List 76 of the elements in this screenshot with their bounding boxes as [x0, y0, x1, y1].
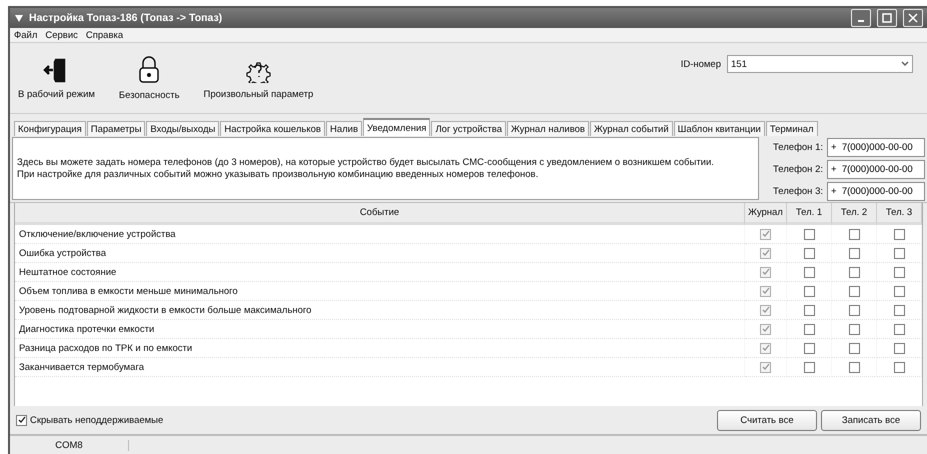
id-dropdown[interactable]: 151 [727, 55, 913, 73]
checkbox[interactable] [894, 362, 904, 372]
checkbox[interactable] [894, 324, 904, 334]
close-button[interactable] [903, 9, 923, 27]
checkbox[interactable] [894, 304, 904, 316]
table-cell: Уровень подтоварной жидкости в емкости больше максимального [15, 301, 745, 320]
maximize-icon [882, 13, 892, 23]
checkbox[interactable] [804, 324, 814, 334]
table-cell: Отключение/включение устройства [15, 225, 745, 244]
phone-label: Телефон 1: [773, 142, 823, 152]
table-cell: Ошибка устройства [15, 244, 745, 263]
phone-field[interactable]: + 7(000)000-00-00 [827, 182, 925, 200]
tab[interactable]: Журнал событий [590, 121, 673, 136]
checkbox[interactable] [804, 228, 814, 240]
tab[interactable]: Конфигурация [14, 121, 86, 136]
tab[interactable]: Терминал [766, 121, 818, 136]
checkbox[interactable] [848, 286, 860, 296]
tab[interactable]: Шаблон квитанции [674, 121, 765, 136]
minimize-button[interactable] [851, 9, 871, 27]
checkbox[interactable] [804, 248, 814, 258]
menu-item[interactable]: Файл [14, 30, 38, 40]
table-cell: Заканчивается термобумага [15, 358, 745, 377]
toolbar-button[interactable]: Произвольный параметр [204, 56, 314, 100]
maximize-button[interactable] [877, 9, 897, 27]
table-cell: Разница расходов по ТРК и по емкости [15, 339, 745, 358]
column-header: Тел. 3 [877, 203, 922, 225]
checkbox[interactable] [848, 362, 860, 372]
tab[interactable]: Уведомления [363, 118, 430, 136]
checkbox[interactable] [894, 266, 904, 278]
menu-item[interactable]: Сервис [45, 30, 78, 40]
toolbar-button[interactable]: Безопасность [118, 56, 180, 100]
phone-field[interactable]: + 7(000)000-00-00 [827, 160, 925, 178]
checkbox[interactable] [804, 286, 814, 296]
table-cell: Диагностика протечки емкости [15, 320, 745, 339]
checkbox[interactable] [848, 324, 860, 334]
phone-field[interactable]: + 7(000)000-00-00 [827, 138, 925, 156]
tab[interactable]: Журнал наливов [507, 121, 589, 136]
column-header: Событие [15, 203, 745, 225]
tab[interactable]: Параметры [86, 121, 146, 136]
window-title: Настройка Топаз-186 (Топаз -> Топаз) [29, 12, 224, 24]
toolbar-button[interactable]: В рабочий режим [18, 56, 95, 100]
column-header: Тел. 1 [787, 203, 832, 225]
tab[interactable]: Входы/выходы [146, 121, 220, 136]
checkbox[interactable] [804, 266, 814, 278]
action-button[interactable]: Записать все [821, 410, 921, 430]
checkbox[interactable] [848, 342, 860, 354]
table-cell: Нештатное состояние [15, 263, 745, 282]
close-icon [908, 13, 918, 23]
checkbox[interactable] [848, 228, 860, 240]
checkbox[interactable] [804, 362, 814, 372]
checkbox[interactable] [894, 248, 904, 258]
column-header: Журнал [745, 203, 787, 225]
checkbox[interactable] [894, 342, 904, 354]
info-text: Здесь вы можете задать номера телефонов (до 3 номеров), на которые устройство будет высылать СМС-сообщения с уведомлением о возникшем событии. При настройке для различных событий можно указывать произвольную комбинацию введенных номеров телефонов. [12, 137, 759, 200]
id-label: ID-номер [680, 58, 721, 70]
table-cell: Объем топлива в емкости меньше минимального [15, 282, 745, 301]
checkbox[interactable] [16, 414, 27, 426]
phone-label: Телефон 3: [773, 186, 823, 196]
tab[interactable]: Лог устройства [431, 121, 506, 136]
status-text: COM8 [10, 440, 129, 450]
tab[interactable]: Настройка кошельков [220, 121, 325, 136]
phone-label: Телефон 2: [773, 164, 823, 174]
checkbox[interactable] [894, 228, 904, 240]
checkbox[interactable] [848, 266, 860, 278]
checkbox[interactable] [894, 286, 904, 296]
checkbox-label: Скрывать неподдерживаемые [30, 414, 164, 426]
checkbox[interactable] [804, 304, 814, 316]
menu-item[interactable]: Справка [86, 30, 124, 40]
checkbox[interactable] [804, 342, 814, 354]
lock-icon [138, 56, 160, 84]
checkbox[interactable] [848, 248, 860, 258]
checkbox[interactable] [848, 304, 860, 316]
column-header: Тел. 2 [832, 203, 877, 225]
tab[interactable]: Налив [326, 121, 362, 136]
action-button[interactable]: Считать все [717, 410, 817, 430]
app-icon [14, 13, 24, 23]
